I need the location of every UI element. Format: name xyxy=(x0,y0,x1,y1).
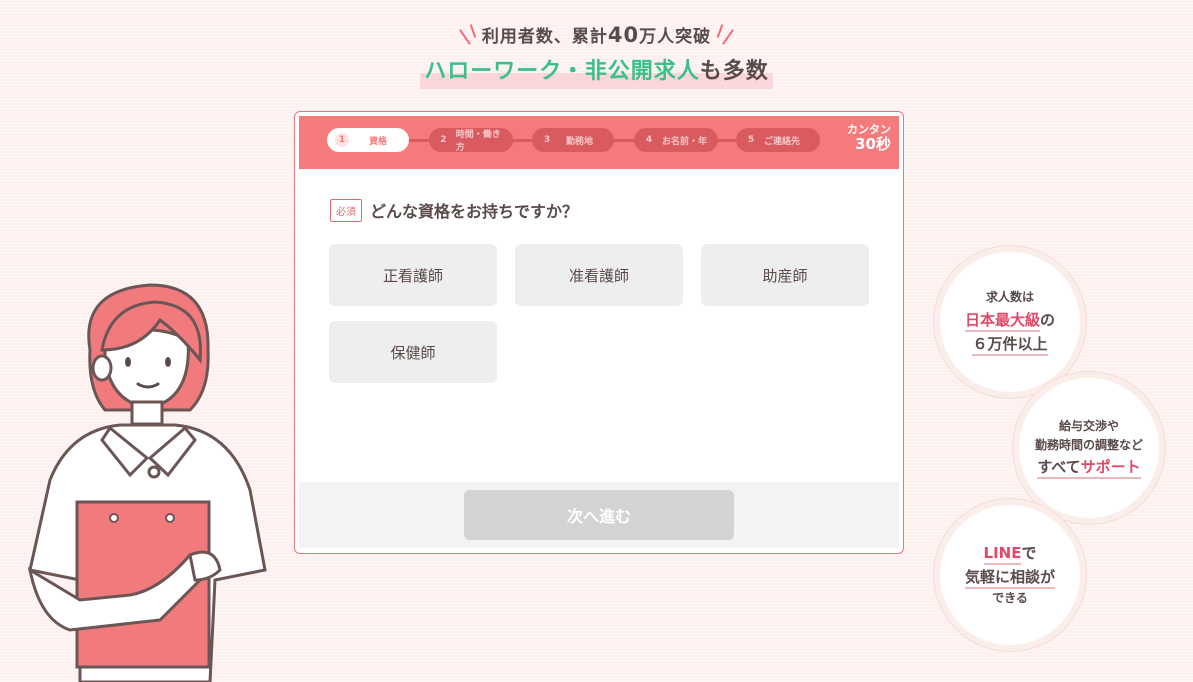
kantan-badge: カンタン 30秒 xyxy=(847,123,891,154)
option-assistant-nurse[interactable]: 准看護師 xyxy=(515,244,683,306)
badge-line: 気軽に相談が xyxy=(964,568,1055,590)
hero-sub-number: 40 xyxy=(607,23,640,47)
badge-line-consult: LINEで 気軽に相談が できる xyxy=(940,505,1080,645)
hero-title-green: ハローワーク・非公開求人 xyxy=(424,59,700,84)
required-badge: 必須 xyxy=(330,198,362,222)
badge-line: 勤務時間の調整など xyxy=(1034,438,1143,452)
badge-line: すべて xyxy=(1037,458,1081,477)
badge-line: の xyxy=(1040,310,1056,329)
step-5: 5 ご連絡先 xyxy=(736,128,820,152)
option-midwife[interactable]: 助産師 xyxy=(701,244,869,306)
badge-line: 給与交渉や xyxy=(1058,418,1119,433)
step-number: 4 xyxy=(645,135,653,145)
accent-slash-icon xyxy=(722,29,735,45)
step-label: お名前・年 xyxy=(662,136,708,147)
step-2: 2 時間・働き方 xyxy=(429,128,513,153)
form-card: 1 資格 2 時間・働き方 3 勤務地 4 お名前・年 5 ご連絡先 カンタン … xyxy=(294,111,904,554)
badge-line: ６万件以上 xyxy=(972,334,1048,356)
step-label: ご連絡先 xyxy=(764,136,801,147)
step-label: 資格 xyxy=(369,136,388,147)
badge-support: 給与交渉や 勤務時間の調整など すべてサポート xyxy=(1019,378,1159,518)
hero-subtitle: 利用者数、累計40万人突破 xyxy=(458,22,735,47)
form-footer: 次へ進む xyxy=(299,482,899,548)
kantan-time: 30秒 xyxy=(855,135,891,154)
badge-highlight: サポート xyxy=(1080,458,1141,477)
hero-sub-suffix: 万人突破 xyxy=(639,27,712,47)
badge-line: 求人数は xyxy=(985,290,1034,305)
hero-header: 利用者数、累計40万人突破 ハローワーク・非公開求人も多数 xyxy=(0,22,1193,89)
step-3: 3 勤務地 xyxy=(532,128,614,152)
step-4: 4 お名前・年 xyxy=(634,128,718,152)
option-public-health-nurse[interactable]: 保健師 xyxy=(329,321,497,383)
next-button[interactable]: 次へ進む xyxy=(464,490,734,540)
step-label: 勤務地 xyxy=(566,136,594,147)
badge-highlight: 日本最大級 xyxy=(964,310,1040,332)
accent-slash-icon xyxy=(469,24,477,38)
badge-highlight: LINE xyxy=(983,544,1022,566)
step-number: 2 xyxy=(440,135,447,145)
badge-line: で xyxy=(1021,544,1037,563)
hero-sub-prefix: 利用者数、累計 xyxy=(481,27,608,47)
question-text: どんな資格をお持ちですか？ xyxy=(370,202,579,221)
accent-slash-icon xyxy=(458,29,471,45)
accent-slash-icon xyxy=(716,24,724,38)
step-label: 時間・働き方 xyxy=(455,130,501,153)
step-number: 3 xyxy=(543,135,551,145)
step-number: 5 xyxy=(747,135,755,145)
hero-title-tail: も多数 xyxy=(699,59,769,84)
step-number: 1 xyxy=(335,133,349,147)
badge-line: できる xyxy=(992,591,1028,606)
badge-job-count: 求人数は 日本最大級の ６万件以上 xyxy=(940,252,1080,392)
nurse-illustration xyxy=(27,283,267,682)
option-registered-nurse[interactable]: 正看護師 xyxy=(329,244,497,306)
step-1: 1 資格 xyxy=(327,128,409,152)
hero-title: ハローワーク・非公開求人も多数 xyxy=(420,53,773,89)
question-row: 必須 どんな資格をお持ちですか？ xyxy=(330,198,578,222)
step-progress-bar: 1 資格 2 時間・働き方 3 勤務地 4 お名前・年 5 ご連絡先 カンタン … xyxy=(299,116,899,169)
